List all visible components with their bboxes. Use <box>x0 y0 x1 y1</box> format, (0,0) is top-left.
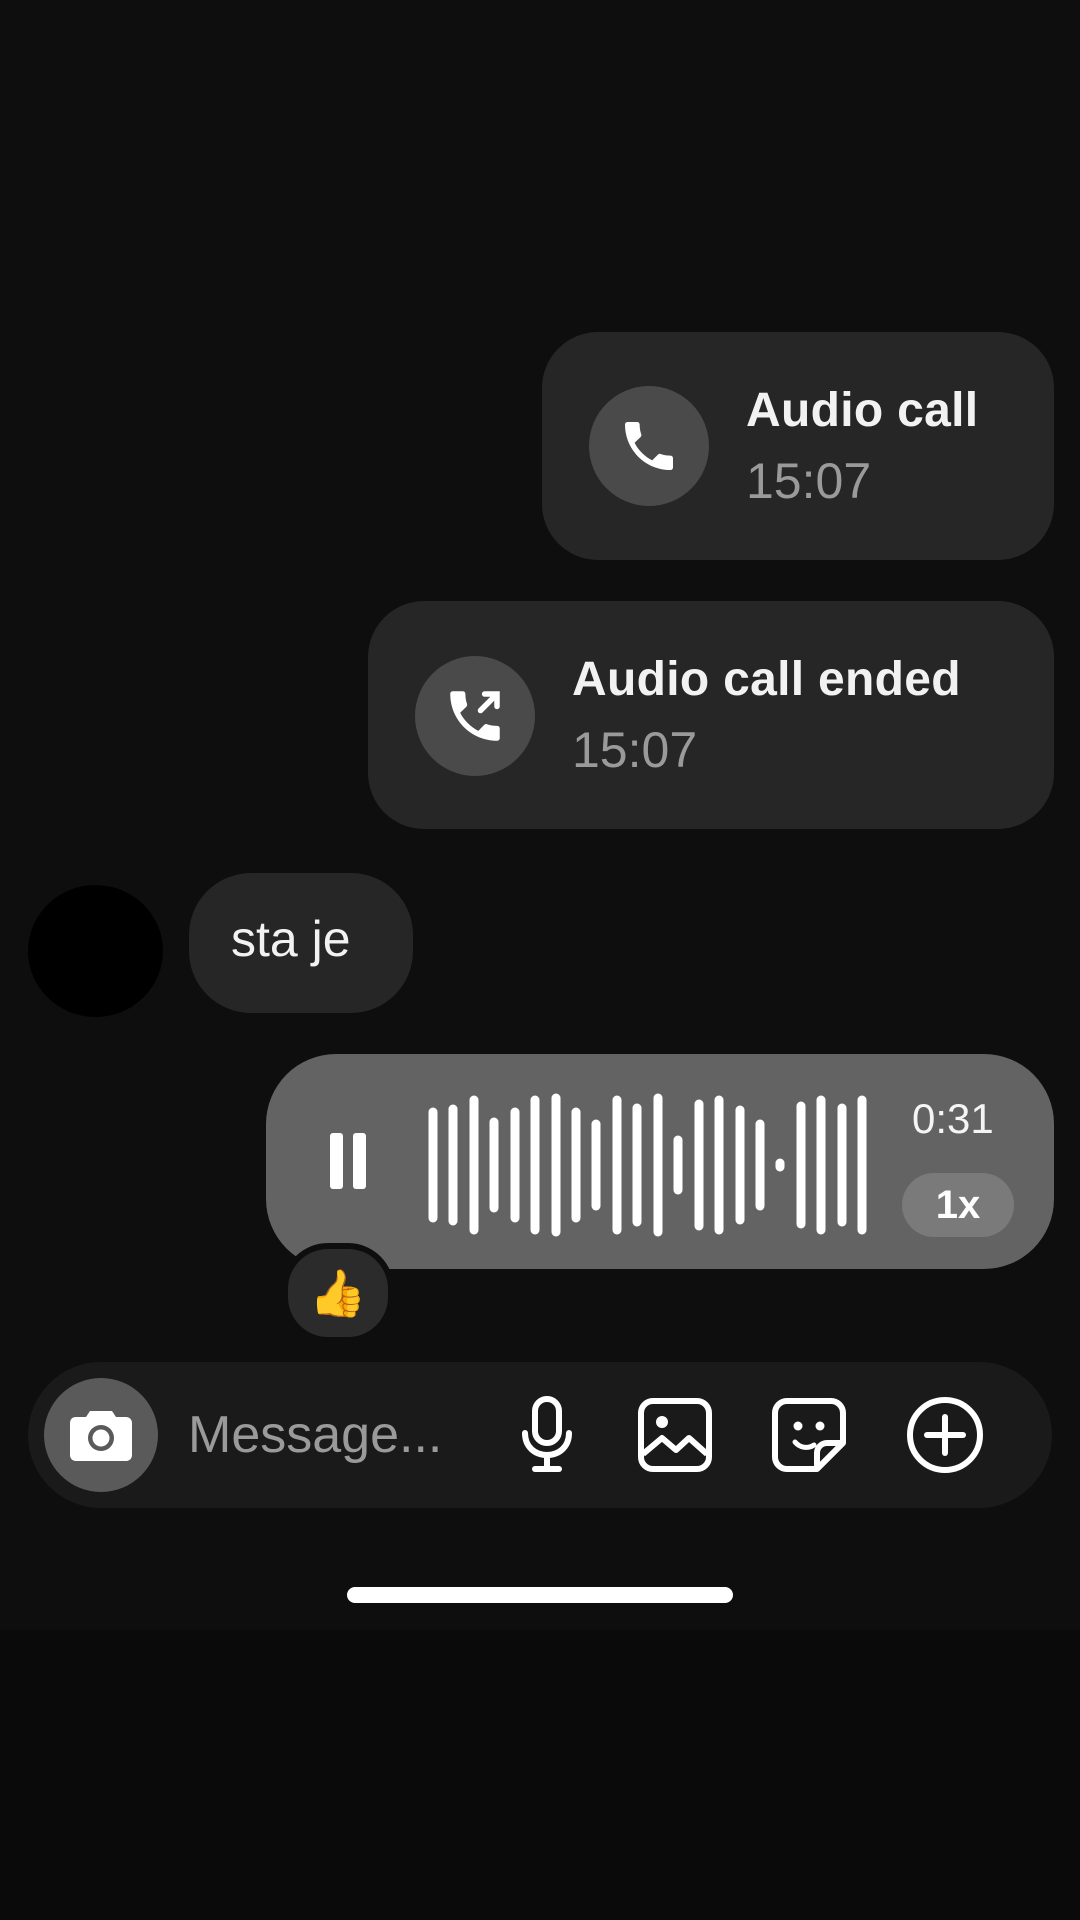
bottom-area <box>0 1630 1080 1920</box>
home-indicator[interactable] <box>347 1587 733 1603</box>
sticker-button[interactable] <box>767 1393 851 1477</box>
gallery-button[interactable] <box>633 1393 717 1477</box>
call-title: Audio call ended <box>572 653 961 706</box>
microphone-icon <box>522 1396 572 1472</box>
avatar[interactable] <box>28 885 163 1017</box>
call-time: 15:07 <box>572 722 698 778</box>
call-title: Audio call <box>746 384 979 437</box>
more-button[interactable] <box>903 1393 987 1477</box>
call-icon-circle <box>589 386 709 506</box>
message-input[interactable] <box>188 1400 488 1470</box>
received-message-text: sta je <box>231 911 351 967</box>
pause-icon[interactable] <box>330 1133 366 1189</box>
audio-call-ended-bubble[interactable] <box>368 601 1054 829</box>
call-icon-circle <box>415 656 535 776</box>
plus-circle-icon <box>907 1397 983 1473</box>
audio-call-bubble[interactable] <box>542 332 1054 560</box>
reaction-thumbs-up-icon[interactable]: 👍 <box>282 1243 394 1343</box>
waveform[interactable] <box>420 1090 870 1240</box>
microphone-button[interactable] <box>505 1393 589 1477</box>
image-icon <box>638 1398 712 1472</box>
sticker-icon <box>772 1398 846 1472</box>
camera-icon <box>70 1411 132 1461</box>
camera-button[interactable] <box>44 1378 158 1492</box>
phone-icon <box>625 422 673 470</box>
voice-duration: 0:31 <box>912 1095 994 1142</box>
phone-outgoing-icon <box>450 691 500 741</box>
call-time: 15:07 <box>746 453 872 509</box>
playback-speed-button[interactable]: 1x <box>902 1173 1014 1237</box>
